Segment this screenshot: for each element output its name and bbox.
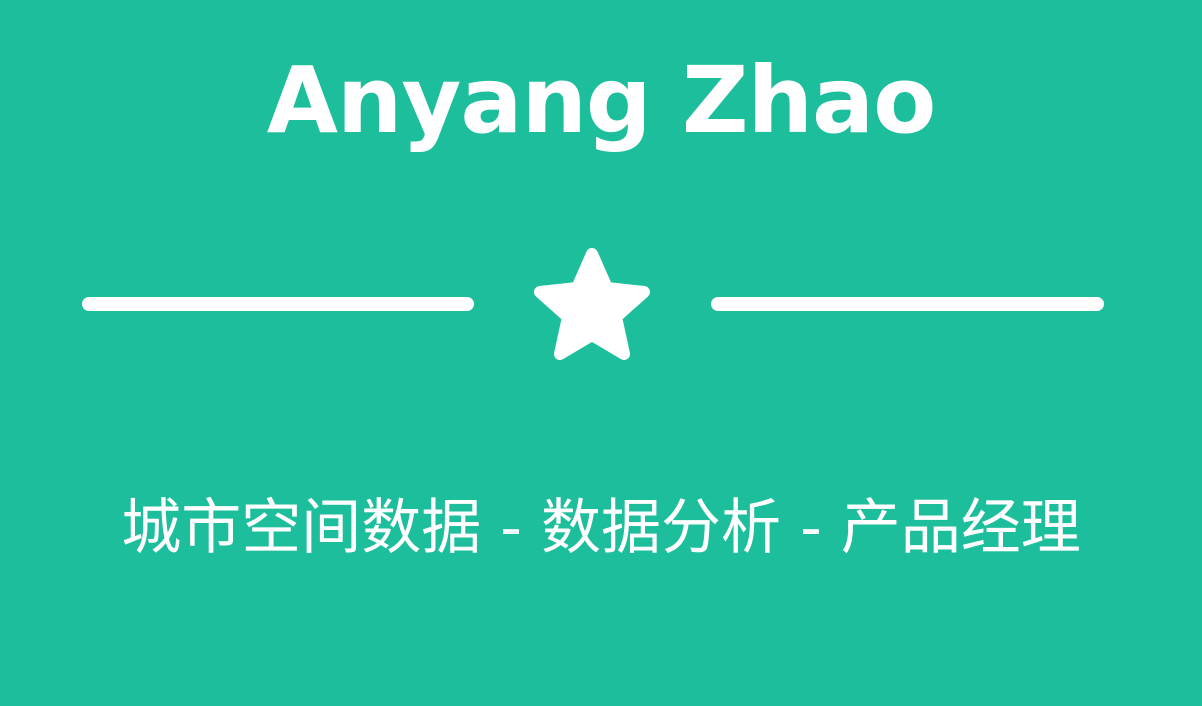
star-icon: [534, 248, 650, 360]
divider-line-left: [82, 297, 474, 311]
page-title: Anyang Zhao: [266, 47, 937, 154]
divider-line-right: [711, 297, 1104, 311]
tagline: 城市空间数据 - 数据分析 - 产品经理: [121, 493, 1081, 563]
hero-header: Anyang Zhao 城市空间数据 - 数据分析 - 产品经理: [0, 0, 1202, 706]
